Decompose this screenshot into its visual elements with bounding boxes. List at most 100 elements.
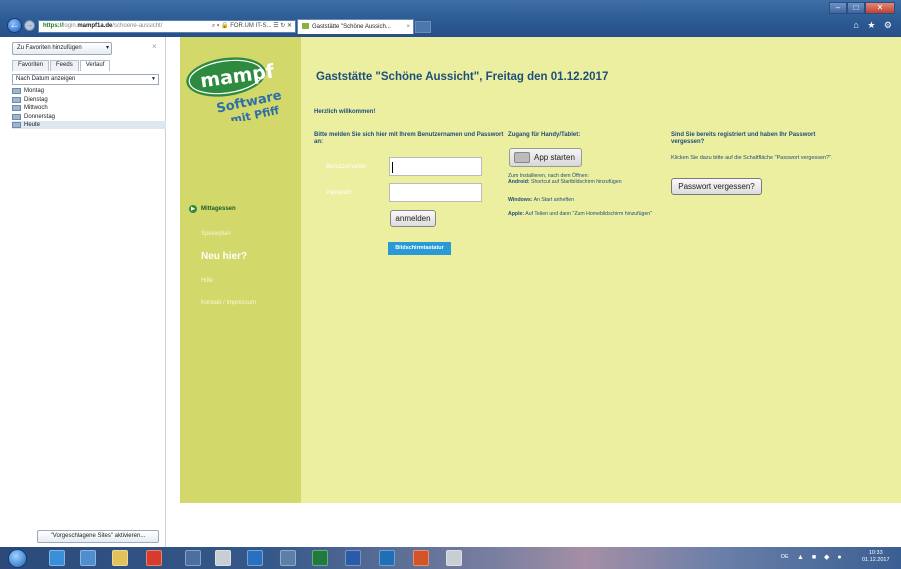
browser-titlebar: ← → https://login.mampf1a.de/schoene-aus… [0, 0, 901, 37]
new-tab-button[interactable] [415, 21, 431, 33]
username-label: Benutzername: [326, 164, 367, 170]
network-tool-icon[interactable] [185, 550, 201, 566]
windows-instruction: Windows: An Start anheften [508, 197, 574, 203]
taskbar: DE ▲ ■ ◆ ● 10:33 01.12.2017 [0, 547, 901, 569]
welcome-text: Herzlich willkommen! [314, 109, 376, 115]
folder-icon [12, 105, 21, 111]
add-to-favorites-label: Zu Favoriten hinzufügen [17, 45, 82, 51]
menu-speiseplan[interactable]: Speiseplan [201, 231, 231, 237]
start-button[interactable] [8, 549, 27, 568]
tab-favoriten[interactable]: Favoriten [12, 60, 50, 71]
history-item-heute[interactable]: Heute [12, 121, 166, 129]
maximize-button[interactable]: □ [847, 2, 865, 14]
apple-label: Apple: [508, 211, 525, 217]
android-text: Shortcut auf Startbildschirm hinzufügen [529, 179, 622, 185]
menu-kontakt-impressum[interactable]: Kontakt / Impressum [201, 300, 256, 306]
web-page: mampf Software mit Pfiff ▶ Mittagessen S… [166, 37, 901, 547]
media-player-icon[interactable] [80, 550, 96, 566]
history-item-dienstag[interactable]: Dienstag [12, 96, 166, 104]
tab-close-icon[interactable]: × [406, 20, 410, 34]
onscreen-keyboard-button[interactable]: Bildschirmtastatur [388, 242, 451, 255]
favorites-tabs: Favoriten Feeds Verlauf [12, 60, 111, 71]
chevron-down-icon[interactable]: ▾ [106, 43, 109, 54]
history-list: Montag Dienstag Mittwoch Donnerstag Heut… [12, 87, 166, 130]
history-sort-value: Nach Datum anzeigen [16, 76, 76, 82]
apple-instruction: Apple: Auf Teilen und dann "Zum Homebild… [508, 211, 668, 217]
forward-button[interactable]: → [24, 20, 35, 31]
favorites-panel: Zu Favoriten hinzufügen ▾ × Favoriten Fe… [0, 37, 166, 547]
url-subdomain: login. [63, 23, 78, 29]
app-icon [514, 152, 530, 163]
excel-icon[interactable] [312, 550, 328, 566]
tab-title: Gaststätte "Schöne Aussich... [312, 24, 391, 30]
folder-icon [12, 96, 21, 103]
close-icon[interactable]: × [152, 42, 157, 51]
menu-hilfe[interactable]: Hilfe [201, 278, 213, 284]
windows-label: Windows: [508, 197, 533, 203]
menu-neu-hier[interactable]: Neu hier? [201, 251, 247, 262]
apple-text: Auf Teilen und dann "Zum Homebildschirm … [524, 211, 653, 217]
powerpoint-icon[interactable] [413, 550, 429, 566]
password-input[interactable] [389, 183, 482, 202]
login-heading: Bitte melden Sie sich hier mit Ihrem Ben… [314, 132, 504, 145]
suggested-sites-button[interactable]: "Vorgeschlagene Sites" aktivieren... [37, 530, 159, 543]
back-button[interactable]: ← [7, 18, 22, 33]
history-item-label: Donnerstag [24, 113, 56, 120]
username-input[interactable] [389, 157, 482, 176]
play-icon: ▶ [189, 205, 197, 213]
calculator-icon[interactable] [215, 550, 231, 566]
url-path: /schoene-aussicht/ [112, 23, 163, 29]
history-item-mittwoch[interactable]: Mittwoch [12, 104, 166, 112]
tab-verlauf[interactable]: Verlauf [79, 60, 111, 71]
menu-mittagessen-label: Mittagessen [201, 206, 236, 212]
calculator-icon-2[interactable] [446, 550, 462, 566]
remote-desktop-icon[interactable] [280, 550, 296, 566]
login-button[interactable]: anmelden [390, 210, 436, 227]
minimize-button[interactable]: – [829, 2, 847, 14]
window-controls: – □ ✕ [829, 2, 895, 14]
close-window-button[interactable]: ✕ [865, 2, 895, 14]
password-label: Passwort: [326, 190, 353, 196]
forgot-password-button[interactable]: Passwort vergessen? [671, 178, 762, 195]
history-item-label: Dienstag [24, 96, 48, 103]
history-item-donnerstag[interactable]: Donnerstag [12, 113, 166, 121]
tab-feeds[interactable]: Feeds [50, 60, 79, 71]
address-bar[interactable]: https://login.mampf1a.de/schoene-aussich… [38, 20, 296, 33]
address-tools[interactable]: ⌕ ▾ 🔒 FOR.UM IT-S... ☰ ↻ ✕ [212, 21, 292, 32]
tab-schoene-aussicht[interactable]: Gaststätte "Schöne Aussich... × [297, 19, 414, 34]
page-title: Gaststätte "Schöne Aussicht", Freitag de… [316, 71, 609, 83]
history-item-label: Montag [24, 88, 45, 94]
start-app-button[interactable]: App starten [509, 148, 582, 167]
language-indicator[interactable]: DE [781, 554, 789, 560]
favicon-icon [302, 23, 309, 29]
windows-text: An Start anheften [532, 197, 574, 203]
internet-explorer-icon[interactable] [49, 550, 65, 566]
site-main: Gaststätte "Schöne Aussicht", Freitag de… [301, 37, 901, 503]
file-explorer-icon[interactable] [112, 550, 128, 566]
app-install-instructions: Zum Installieren, nach dem Öffnen: Andro… [508, 173, 668, 185]
home-favorites-tools-icons[interactable]: ⌂ ★ ⚙ [853, 20, 895, 31]
outlook-icon[interactable] [379, 550, 395, 566]
mampf-logo[interactable]: mampf Software mit Pfiff [184, 53, 299, 121]
system-tray-icons[interactable]: ▲ ■ ◆ ● [797, 553, 845, 561]
word-icon[interactable] [345, 550, 361, 566]
clock-date: 01.12.2017 [862, 557, 890, 563]
password-forgotten-instruction: Klicken Sie dazu bitte auf die Schaltflä… [671, 155, 833, 161]
add-to-favorites-button[interactable]: Zu Favoriten hinzufügen ▾ [12, 42, 112, 55]
clock[interactable]: 10:33 01.12.2017 [862, 550, 890, 564]
skype-icon[interactable] [247, 550, 263, 566]
android-label: Android: [508, 179, 530, 185]
acrobat-icon[interactable] [146, 550, 162, 566]
folder-icon [12, 113, 21, 120]
folder-icon [12, 88, 21, 94]
app-access-heading: Zugang für Handy/Tablet: [508, 132, 581, 138]
folder-icon [12, 122, 21, 128]
url-protocol: https:// [43, 23, 63, 29]
password-forgotten-heading: Sind Sie bereits registriert und haben I… [671, 132, 816, 145]
menu-mittagessen[interactable]: ▶ Mittagessen [189, 205, 236, 213]
history-item-label: Heute [24, 122, 41, 128]
history-sort-select[interactable]: Nach Datum anzeigen ▼ [12, 74, 159, 85]
history-item-montag[interactable]: Montag [12, 87, 166, 95]
start-app-label: App starten [534, 153, 575, 162]
history-item-label: Mittwoch [24, 105, 48, 111]
